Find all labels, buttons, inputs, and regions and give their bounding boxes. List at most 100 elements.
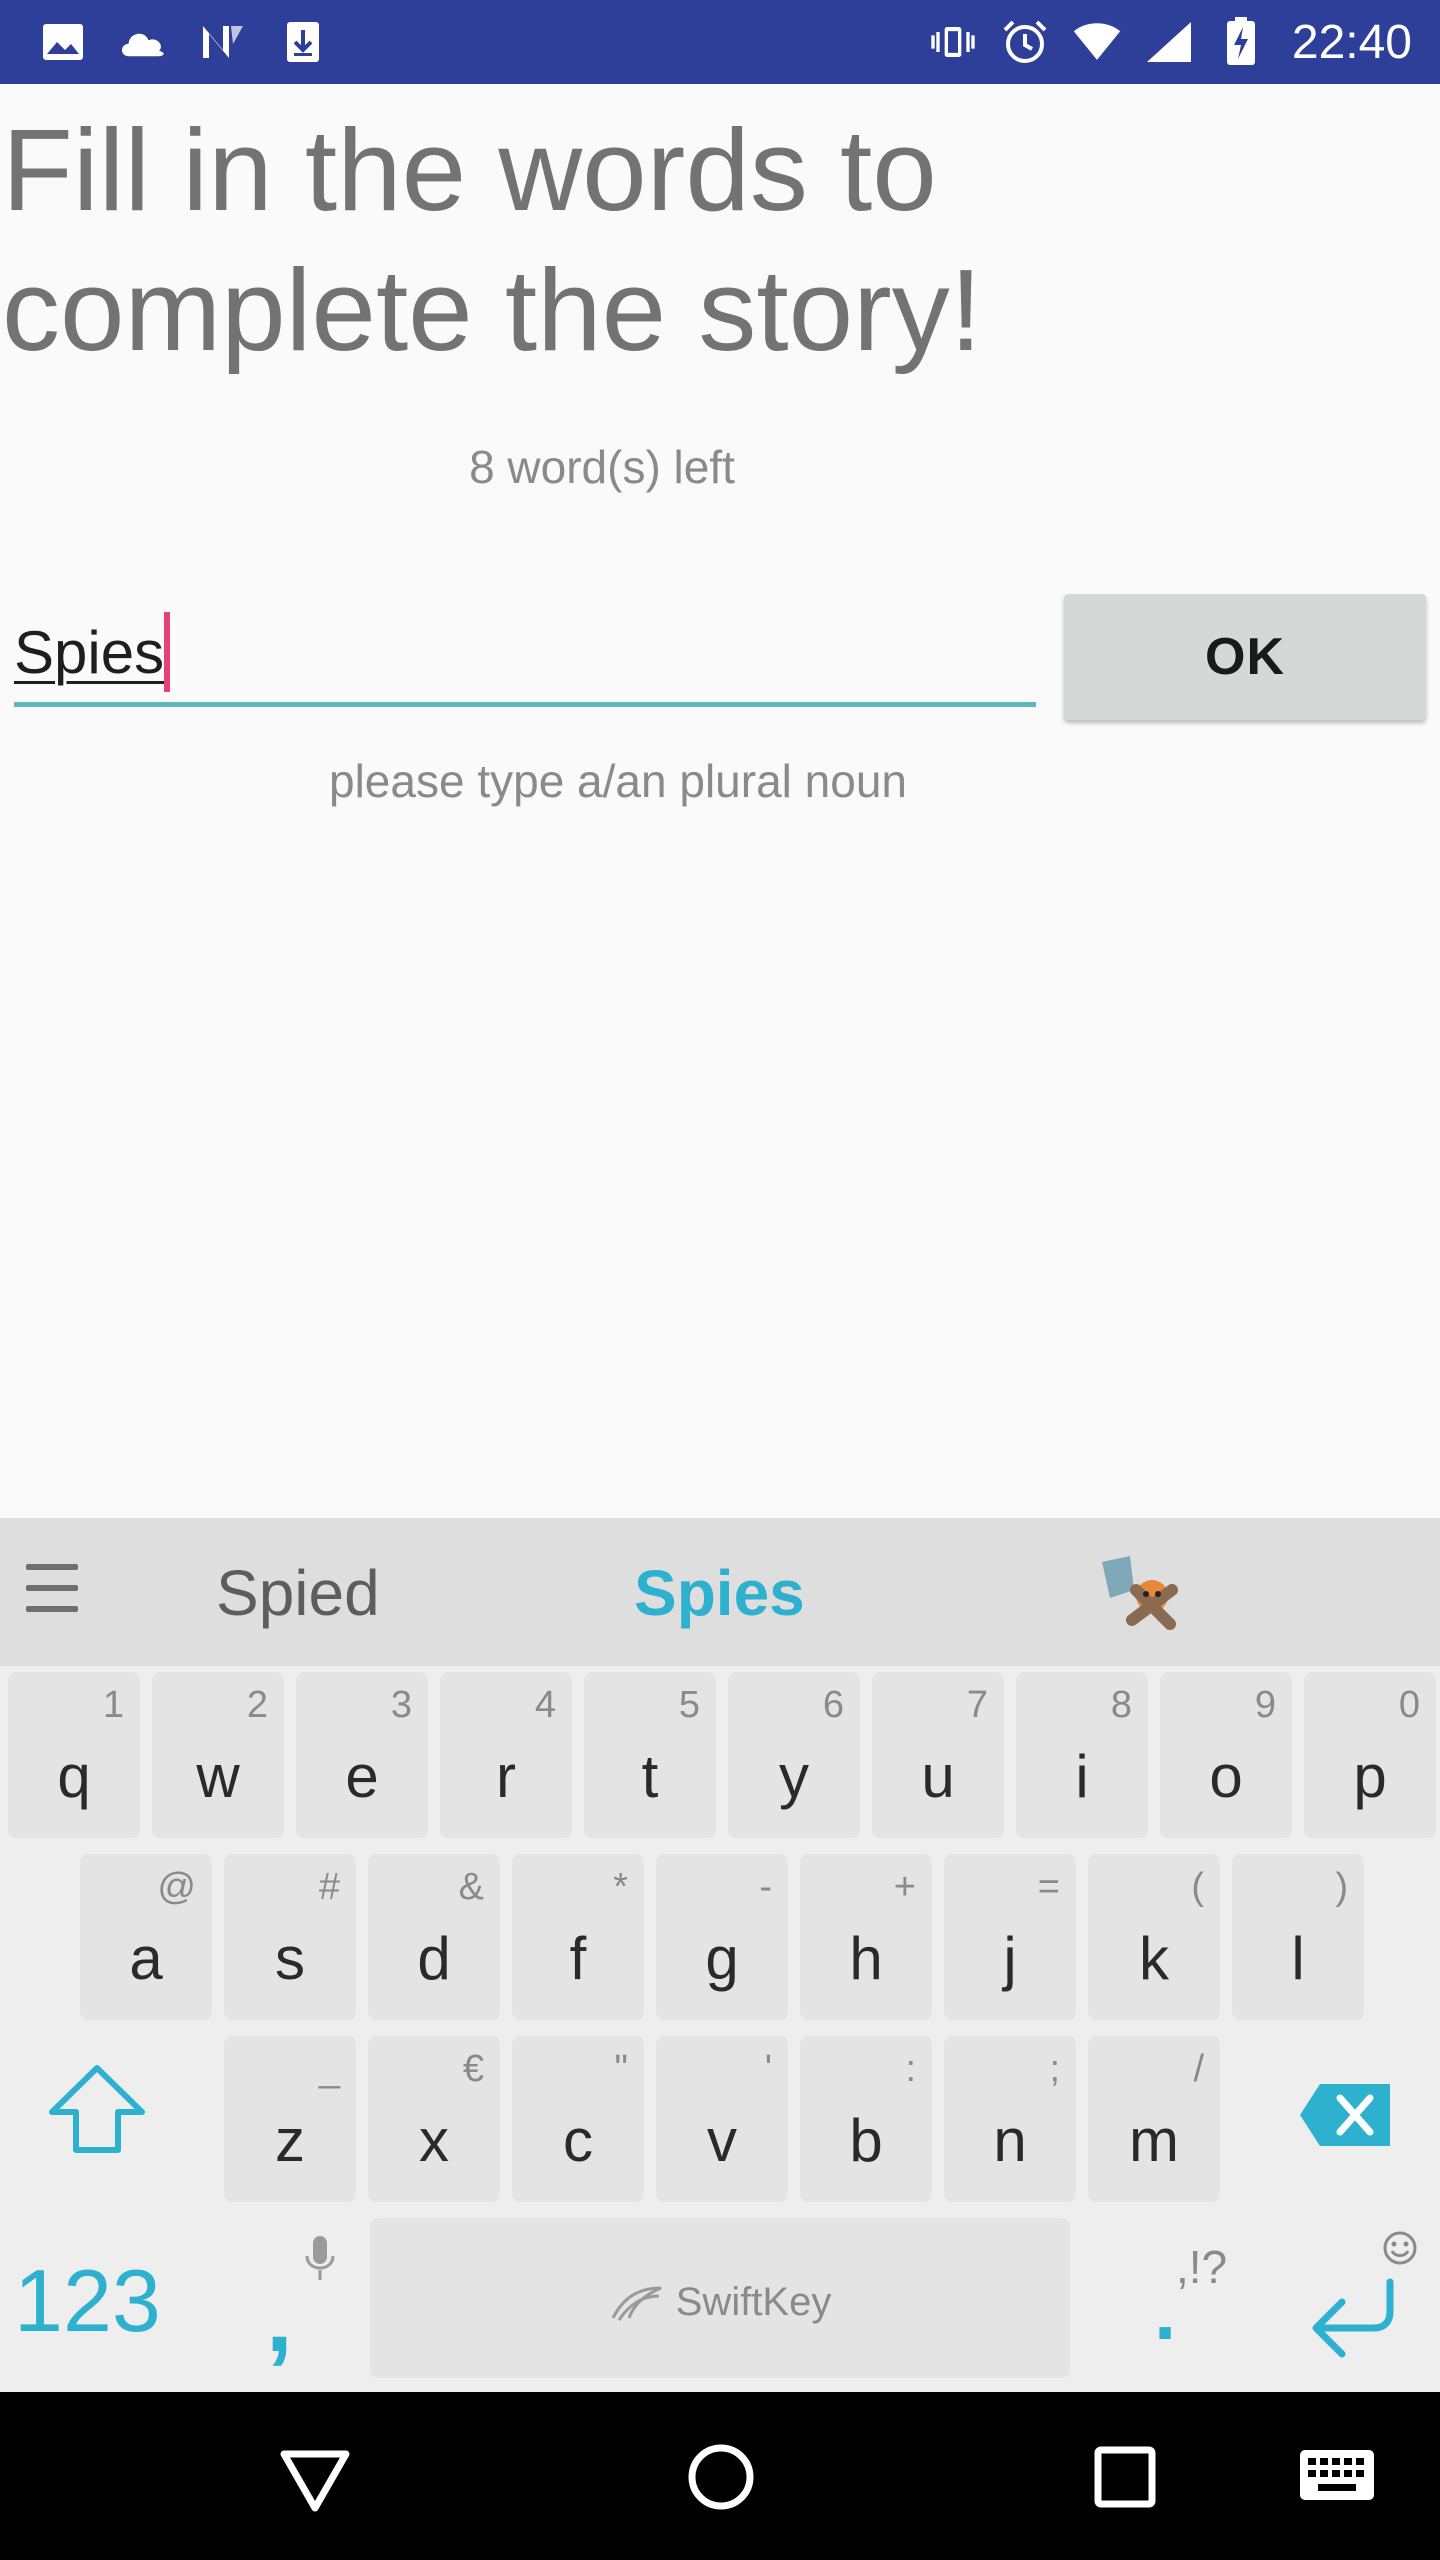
- emoji-suggestion-icon[interactable]: [1096, 1550, 1186, 1640]
- key-x[interactable]: € x: [368, 2036, 500, 2202]
- key-p[interactable]: 0p: [1304, 1672, 1436, 1838]
- back-button[interactable]: [270, 2432, 360, 2522]
- word-input[interactable]: Spies: [14, 600, 1036, 710]
- key-t[interactable]: 5t: [584, 1672, 716, 1838]
- key-o[interactable]: 9o: [1160, 1672, 1292, 1838]
- key-c[interactable]: " c: [512, 2036, 644, 2202]
- key-letter: x: [419, 2107, 449, 2174]
- key-letter: m: [1129, 2107, 1179, 2174]
- key-n[interactable]: ; n: [944, 2036, 1076, 2202]
- input-underline: [14, 702, 1036, 707]
- key-hint: €: [462, 2048, 484, 2090]
- microphone-icon: [305, 2236, 335, 2280]
- key-hint: 4: [534, 1684, 556, 1726]
- comma-key[interactable]: ,: [250, 2210, 360, 2380]
- vibrate-icon: [928, 18, 978, 66]
- shift-icon: [49, 2065, 145, 2153]
- signal-icon: [1144, 18, 1194, 66]
- key-hint: _: [318, 2048, 340, 2090]
- key-hint: 7: [966, 1684, 988, 1726]
- key-a[interactable]: @ a: [80, 1854, 212, 2020]
- key-m[interactable]: / m: [1088, 2036, 1220, 2202]
- backspace-icon: [1300, 2084, 1390, 2146]
- ok-button[interactable]: OK: [1064, 594, 1426, 720]
- key-f[interactable]: * f: [512, 1854, 644, 2020]
- key-d[interactable]: & d: [368, 1854, 500, 2020]
- numbers-key[interactable]: 123: [14, 2250, 184, 2360]
- key-i[interactable]: 8i: [1016, 1672, 1148, 1838]
- key-letter: v: [707, 2107, 737, 2174]
- suggestion-spies[interactable]: Spies: [634, 1556, 805, 1630]
- key-hint: 9: [1254, 1684, 1276, 1726]
- keyboard-icon: [1300, 2450, 1374, 2500]
- key-hint: 1: [102, 1684, 124, 1726]
- key-hint: ;: [1049, 2048, 1060, 2090]
- key-letter: r: [496, 1743, 516, 1810]
- key-h[interactable]: + h: [800, 1854, 932, 2020]
- clock: 22:40: [1291, 15, 1412, 69]
- wifi-icon: [1072, 18, 1122, 66]
- key-letter: l: [1291, 1925, 1305, 1992]
- input-hint: please type a/an plural noun: [329, 755, 907, 807]
- key-hint: (: [1191, 1866, 1204, 1908]
- key-b[interactable]: :b: [800, 2036, 932, 2202]
- key-hint: *: [613, 1866, 628, 1908]
- back-triangle-icon: [280, 2450, 350, 2512]
- key-letter: h: [849, 1925, 883, 1992]
- key-g[interactable]: -g: [656, 1854, 788, 2020]
- key-hint: -: [759, 1866, 772, 1908]
- key-w[interactable]: 2w: [152, 1672, 284, 1838]
- period-key[interactable]: ,!? .: [1120, 2210, 1250, 2380]
- space-key[interactable]: SwiftKey: [370, 2218, 1070, 2378]
- key-hint: 8: [1110, 1684, 1132, 1726]
- home-button[interactable]: [676, 2432, 766, 2522]
- key-r[interactable]: 4r: [440, 1672, 572, 1838]
- key-hint: 0: [1398, 1684, 1420, 1726]
- key-hint: =: [1037, 1866, 1060, 1908]
- key-letter: c: [563, 2107, 593, 2174]
- key-hint: +: [893, 1866, 916, 1908]
- key-hint: /: [1193, 2048, 1204, 2090]
- enter-key[interactable]: [1290, 2230, 1420, 2370]
- key-letter: y: [779, 1743, 809, 1810]
- key-hint: ": [614, 2048, 629, 2090]
- word-input-value: Spies: [14, 619, 165, 686]
- n-logo-icon: [198, 18, 248, 66]
- key-letter: s: [275, 1925, 305, 1992]
- key-letter: b: [849, 2107, 883, 2174]
- key-l[interactable]: ) l: [1232, 1854, 1364, 2020]
- key-s[interactable]: # s: [224, 1854, 356, 2020]
- key-letter: k: [1139, 1925, 1169, 1992]
- status-bar: 22:40: [0, 0, 1440, 84]
- text-cursor: [164, 612, 170, 692]
- key-hint: @: [157, 1866, 196, 1908]
- key-letter: a: [129, 1925, 163, 1992]
- key-letter: u: [921, 1743, 955, 1810]
- menu-icon[interactable]: [26, 1564, 78, 1620]
- navigation-bar: [0, 2392, 1440, 2560]
- backspace-key[interactable]: [1298, 2080, 1394, 2150]
- key-letter: p: [1353, 1743, 1387, 1810]
- download-icon: [278, 18, 328, 66]
- key-y[interactable]: 6y: [728, 1672, 860, 1838]
- alarm-icon: [1000, 18, 1050, 66]
- key-z[interactable]: _ z: [224, 2036, 356, 2202]
- recents-square-icon: [1094, 2446, 1156, 2508]
- recents-button[interactable]: [1080, 2432, 1170, 2522]
- shift-key[interactable]: [42, 2062, 152, 2162]
- key-hint: 3: [390, 1684, 412, 1726]
- key-e[interactable]: 3e: [296, 1672, 428, 1838]
- keyboard-switch-button[interactable]: [1290, 2432, 1410, 2522]
- key-hint: 6: [822, 1684, 844, 1726]
- key-k[interactable]: (k: [1088, 1854, 1220, 2020]
- key-hint: &: [458, 1866, 484, 1908]
- key-u[interactable]: 7u: [872, 1672, 1004, 1838]
- key-letter: q: [57, 1743, 91, 1810]
- cloud-icon: [118, 18, 168, 66]
- suggestion-spied[interactable]: Spied: [216, 1556, 380, 1630]
- key-q[interactable]: 1q: [8, 1672, 140, 1838]
- key-hint: #: [318, 1866, 340, 1908]
- key-letter: e: [345, 1743, 379, 1810]
- key-v[interactable]: ' v: [656, 2036, 788, 2202]
- key-j[interactable]: = j: [944, 1854, 1076, 2020]
